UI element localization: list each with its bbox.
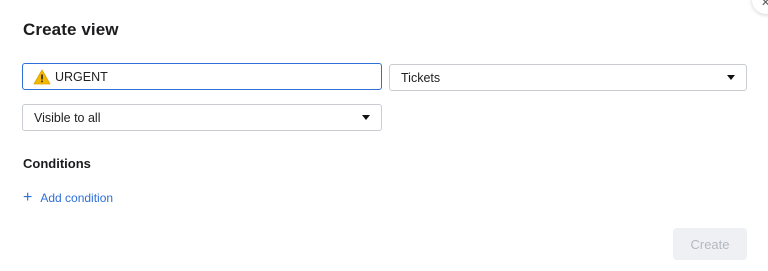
entity-select-value: Tickets bbox=[401, 70, 441, 85]
plus-icon: + bbox=[23, 189, 33, 206]
visibility-select[interactable]: Visible to all bbox=[22, 104, 382, 131]
close-icon: ✕ bbox=[761, 0, 768, 9]
chevron-down-icon bbox=[362, 115, 370, 120]
view-name-input[interactable]: URGENT bbox=[22, 63, 382, 90]
add-condition-button[interactable]: + Add condition bbox=[23, 190, 113, 206]
close-button[interactable]: ✕ bbox=[752, 0, 768, 14]
entity-select[interactable]: Tickets bbox=[389, 64, 747, 91]
dialog-title: Create view bbox=[23, 20, 119, 39]
view-name-value: URGENT bbox=[55, 69, 108, 84]
create-view-dialog: ✕ Create view URGENT Tickets Visible to … bbox=[0, 0, 768, 271]
chevron-down-icon bbox=[727, 75, 735, 80]
conditions-heading: Conditions bbox=[23, 156, 91, 171]
visibility-select-value: Visible to all bbox=[34, 110, 101, 125]
create-button[interactable]: Create bbox=[673, 228, 747, 260]
warning-icon bbox=[33, 69, 51, 84]
add-condition-label: Add condition bbox=[40, 191, 114, 205]
